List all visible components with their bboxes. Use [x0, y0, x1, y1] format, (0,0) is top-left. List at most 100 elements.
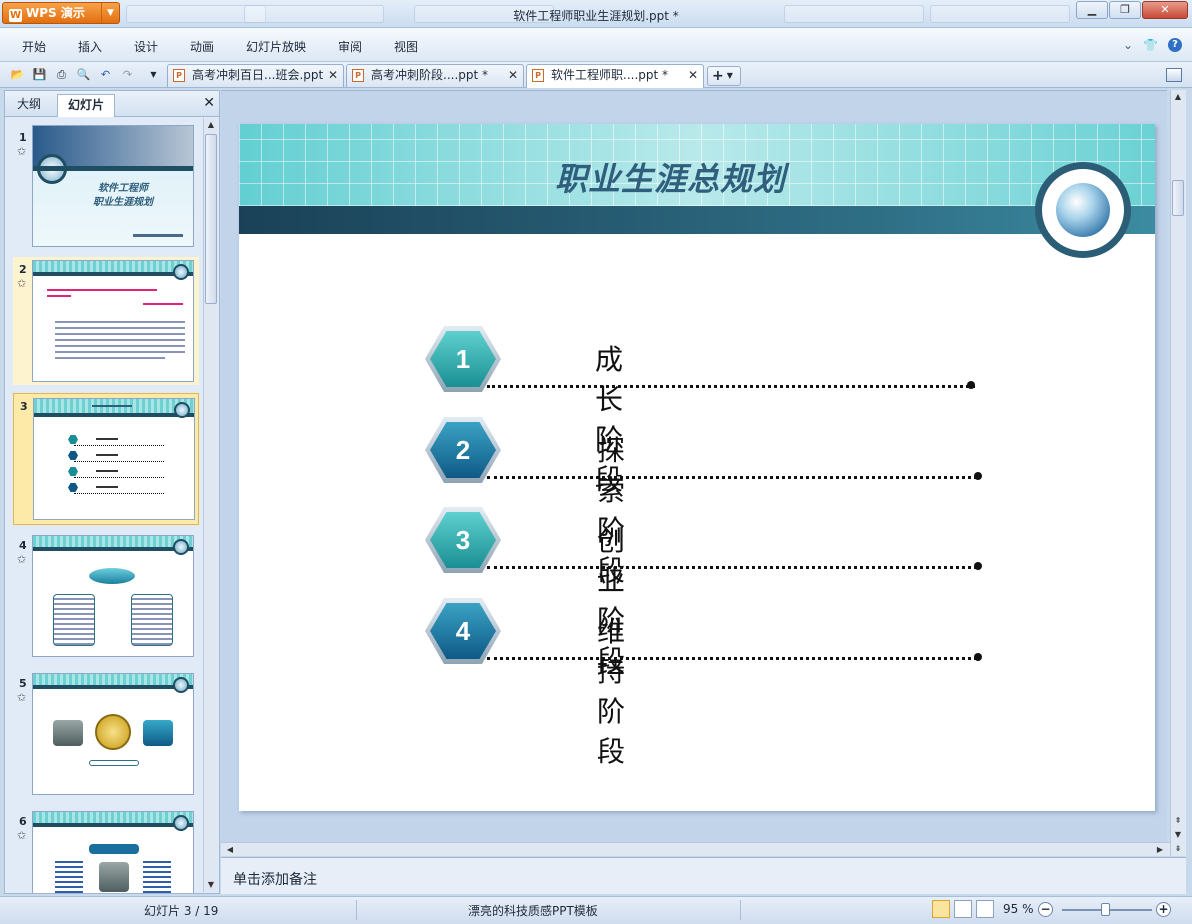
- customize-toolbar-icon[interactable]: ▼: [146, 67, 161, 82]
- scroll-right-icon[interactable]: ▶: [1153, 843, 1167, 857]
- redo-icon[interactable]: ↷: [120, 67, 135, 82]
- scroll-down-icon[interactable]: ▼: [204, 878, 218, 892]
- tab-doc-1[interactable]: P 高考冲刺百日...班会.ppt ✕: [167, 64, 344, 87]
- thumbnail-number: 1: [19, 131, 27, 144]
- menu-home[interactable]: 开始: [22, 38, 46, 55]
- thumbnail-divider: [33, 166, 193, 171]
- maximize-button[interactable]: ❐: [1109, 1, 1141, 19]
- notes-pane[interactable]: 单击添加备注: [221, 857, 1186, 894]
- thumbnail-dotted-line: [74, 461, 164, 463]
- notes-placeholder: 单击添加备注: [233, 872, 317, 888]
- thumbnail-number: 4: [19, 539, 27, 552]
- transition-star-icon: ✩: [17, 553, 27, 566]
- menu-view[interactable]: 视图: [394, 38, 418, 55]
- window-title: 软件工程师职业生涯规划.ppt *: [513, 9, 679, 23]
- print-preview-icon[interactable]: 🔍: [76, 67, 91, 82]
- window-layout-icon[interactable]: [1166, 68, 1182, 82]
- thumbnail-text-block: [55, 858, 83, 893]
- slide-title[interactable]: 职业生涯总规划: [555, 154, 786, 200]
- menu-insert[interactable]: 插入: [78, 38, 102, 55]
- slide-thumbnail-2[interactable]: 2 ✩: [13, 257, 199, 385]
- slide-thumbnail-1[interactable]: 1 ✩ 软件工程师 职业生涯规划: [13, 125, 199, 249]
- slide-thumbnail-6[interactable]: 6 ✩: [13, 809, 199, 893]
- slide-sorter-view-button[interactable]: [954, 900, 972, 918]
- hexagon-badge: 1: [425, 326, 501, 392]
- slide-counter: 幻灯片 3 / 19: [144, 904, 219, 918]
- thumbnail-preview: [32, 673, 194, 795]
- dotted-line: [487, 566, 977, 569]
- thumbnail-hex: [68, 435, 78, 444]
- zoom-level: 95 %: [1003, 902, 1034, 916]
- chevron-down-icon[interactable]: ⌄: [1123, 38, 1133, 52]
- dotted-line: [487, 476, 977, 479]
- slide-thumbnail-5[interactable]: 5 ✩: [13, 671, 199, 797]
- scrollbar-thumb[interactable]: [1172, 180, 1184, 216]
- print-icon[interactable]: ⎙: [54, 67, 69, 82]
- tab-doc-3[interactable]: P 软件工程师职....ppt * ✕: [526, 64, 704, 88]
- scroll-down-icon[interactable]: ▼: [1171, 828, 1185, 842]
- thumbnail-text-line: [133, 234, 183, 237]
- chevron-down-icon: ▼: [726, 71, 733, 80]
- slideshow-view-button[interactable]: [976, 900, 994, 918]
- menu-slideshow[interactable]: 幻灯片放映: [246, 38, 306, 55]
- thumbnail-label-box: [89, 844, 139, 854]
- minimize-button[interactable]: ▁: [1076, 1, 1108, 19]
- thumbnail-scrollbar[interactable]: ▲ ▼: [203, 118, 218, 892]
- help-icon[interactable]: ?: [1168, 38, 1182, 52]
- line-end-dot: [974, 472, 982, 480]
- thumbnail-text-line: [55, 327, 185, 329]
- zoom-slider-thumb[interactable]: [1101, 903, 1110, 916]
- undo-icon[interactable]: ↶: [98, 67, 113, 82]
- slides-panel: 大纲 幻灯片 ✕ 1 ✩ 软件工程师 职业生涯规划 2 ✩ 3 4 ✩ 5 ✩ …: [4, 90, 220, 894]
- globe-icon: [173, 264, 189, 280]
- close-window-button[interactable]: ✕: [1142, 1, 1188, 19]
- thumbnail-preview: [33, 398, 195, 520]
- horizontal-scrollbar[interactable]: ◀ ▶: [221, 842, 1170, 856]
- slide-scrollbar[interactable]: ▲ ⇞ ▼ ⇟: [1170, 90, 1186, 856]
- globe-icon: [173, 539, 189, 555]
- thumbnail-text-line: [55, 321, 185, 323]
- slide-canvas[interactable]: 职业生涯总规划 1 成长阶段 2 探索阶段 3 创业阶段 4 维持阶段: [239, 124, 1155, 811]
- hexagon-badge: 3: [425, 507, 501, 573]
- close-tab-icon[interactable]: ✕: [508, 65, 518, 86]
- zoom-in-button[interactable]: +: [1156, 902, 1171, 917]
- menu-right-tools: ⌄ 👕 ?: [1123, 38, 1182, 52]
- normal-view-button[interactable]: [932, 900, 950, 918]
- thumbnail-dotted-line: [74, 493, 164, 495]
- skin-shirt-icon[interactable]: 👕: [1143, 38, 1158, 52]
- slide-thumbnail-4[interactable]: 4 ✩: [13, 533, 199, 659]
- next-slide-icon[interactable]: ⇟: [1171, 842, 1185, 856]
- zoom-out-button[interactable]: −: [1038, 902, 1053, 917]
- tab-doc-2[interactable]: P 高考冲刺阶段....ppt * ✕: [346, 64, 524, 87]
- hexagon-badge: 4: [425, 598, 501, 664]
- menu-design[interactable]: 设计: [134, 38, 158, 55]
- slide-thumbnail-3[interactable]: 3: [13, 393, 199, 525]
- close-tab-icon[interactable]: ✕: [328, 65, 338, 86]
- tab-slides[interactable]: 幻灯片: [57, 94, 116, 117]
- ppt-file-icon: P: [352, 69, 364, 82]
- scroll-up-icon[interactable]: ▲: [1171, 90, 1185, 104]
- stage-label: 维持阶段: [597, 615, 626, 768]
- thumbnail-text-line: [96, 470, 118, 472]
- thumbnail-cylinder: [53, 720, 83, 746]
- close-tab-icon[interactable]: ✕: [688, 65, 698, 86]
- new-tab-button[interactable]: + ▼: [707, 66, 741, 86]
- globe-sphere: [1056, 183, 1110, 237]
- scroll-up-icon[interactable]: ▲: [204, 118, 218, 132]
- open-folder-icon[interactable]: 📂: [10, 67, 25, 82]
- thumbnail-circle: [95, 714, 131, 750]
- close-panel-icon[interactable]: ✕: [203, 95, 215, 111]
- thumbnail-ellipse: [89, 568, 135, 584]
- thumbnail-hex: [68, 467, 78, 476]
- plus-icon: +: [712, 68, 724, 84]
- menu-animation[interactable]: 动画: [190, 38, 214, 55]
- dotted-line: [487, 657, 977, 660]
- menu-review[interactable]: 审阅: [338, 38, 362, 55]
- scrollbar-thumb[interactable]: [205, 134, 217, 304]
- previous-slide-icon[interactable]: ⇞: [1171, 814, 1185, 828]
- save-icon[interactable]: 💾: [32, 67, 47, 82]
- tab-outline[interactable]: 大纲: [7, 94, 51, 117]
- thumbnail-band: [33, 674, 193, 685]
- scroll-left-icon[interactable]: ◀: [223, 843, 237, 857]
- title-bar: W WPS 演示 ▼ 软件工程师职业生涯规划.ppt * ▁ ❐ ✕: [0, 0, 1192, 28]
